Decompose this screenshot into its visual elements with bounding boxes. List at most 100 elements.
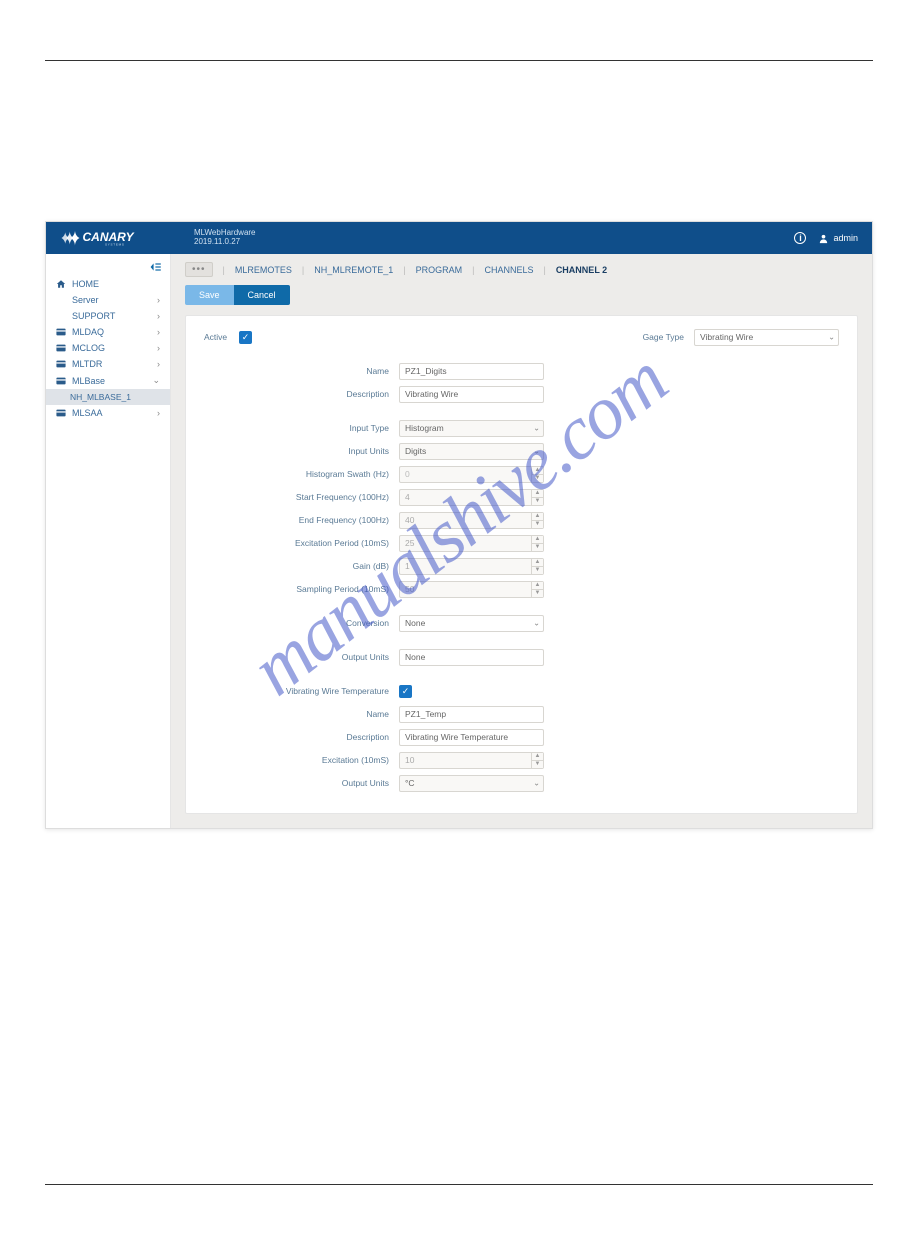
gage-type-select[interactable]: Vibrating Wire xyxy=(694,329,839,346)
temp-name-input[interactable] xyxy=(399,706,544,723)
sidebar-item-label: MLSAA xyxy=(72,408,103,418)
chevron-down-icon: ⌄ xyxy=(152,375,160,386)
main-content: ••• | MLREMOTES | NH_MLREMOTE_1 | PROGRA… xyxy=(171,254,872,828)
breadcrumb-sep: | xyxy=(403,265,405,275)
logo-area: CANARY SYSTEMS MLWebHardware 2019.11.0.2… xyxy=(60,228,256,248)
histogram-swath-label: Histogram Swath (Hz) xyxy=(204,469,399,479)
user-menu[interactable]: admin xyxy=(818,233,858,244)
gain-input[interactable] xyxy=(399,558,544,575)
card-icon xyxy=(56,328,66,336)
conversion-label: Conversion xyxy=(204,618,399,628)
sidebar-item-support[interactable]: SUPPORT › xyxy=(46,308,170,324)
sidebar-item-label: SUPPORT xyxy=(72,311,115,321)
start-frequency-input[interactable] xyxy=(399,489,544,506)
histogram-swath-input[interactable] xyxy=(399,466,544,483)
chevron-right-icon: › xyxy=(157,343,160,353)
end-frequency-label: End Frequency (100Hz) xyxy=(204,515,399,525)
sidebar-item-label: Server xyxy=(72,295,99,305)
info-icon[interactable]: i xyxy=(794,232,806,244)
save-button[interactable]: Save xyxy=(185,285,234,305)
input-units-label: Input Units xyxy=(204,446,399,456)
temp-excitation-label: Excitation (10mS) xyxy=(204,755,399,765)
active-label: Active xyxy=(204,332,239,342)
spinner-icon[interactable]: ▲▼ xyxy=(531,536,543,551)
sidebar-item-mldaq[interactable]: MLDAQ › xyxy=(46,324,170,340)
sampling-period-label: Sampling Period (10mS) xyxy=(204,584,399,594)
excitation-period-label: Excitation Period (10mS) xyxy=(204,538,399,548)
input-type-select[interactable]: Histogram xyxy=(399,420,544,437)
conversion-select[interactable]: None xyxy=(399,615,544,632)
app-header: CANARY SYSTEMS MLWebHardware 2019.11.0.2… xyxy=(46,222,872,254)
app-window: CANARY SYSTEMS MLWebHardware 2019.11.0.2… xyxy=(45,221,873,829)
breadcrumb-sep: | xyxy=(223,265,225,275)
sidebar-subitem-nh-mlbase-1[interactable]: NH_MLBASE_1 xyxy=(46,389,170,405)
action-buttons: Save Cancel xyxy=(171,285,872,315)
spinner-icon[interactable]: ▲▼ xyxy=(531,559,543,574)
temp-output-units-select[interactable]: °C xyxy=(399,775,544,792)
page-bottom-rule xyxy=(45,1184,873,1185)
sidebar-item-mltdr[interactable]: MLTDR › xyxy=(46,356,170,372)
cancel-button[interactable]: Cancel xyxy=(234,285,290,305)
breadcrumb-item[interactable]: MLREMOTES xyxy=(235,265,292,275)
gage-type-label: Gage Type xyxy=(643,332,694,342)
temp-output-units-label: Output Units xyxy=(204,778,399,788)
sidebar-item-label: MLDAQ xyxy=(72,327,104,337)
breadcrumb-item[interactable]: CHANNELS xyxy=(484,265,533,275)
card-icon xyxy=(56,409,66,417)
user-icon xyxy=(818,233,829,244)
breadcrumb-item[interactable]: NH_MLREMOTE_1 xyxy=(314,265,393,275)
description-label: Description xyxy=(204,389,399,399)
breadcrumb-sep: | xyxy=(302,265,304,275)
sidebar-item-server[interactable]: Server › xyxy=(46,292,170,308)
spinner-icon[interactable]: ▲▼ xyxy=(531,513,543,528)
sampling-period-input[interactable] xyxy=(399,581,544,598)
name-input[interactable] xyxy=(399,363,544,380)
vw-temperature-checkbox[interactable]: ✓ xyxy=(399,685,412,698)
sidebar-item-mclog[interactable]: MCLOG › xyxy=(46,340,170,356)
breadcrumb-item[interactable]: PROGRAM xyxy=(416,265,463,275)
input-units-select[interactable]: Digits xyxy=(399,443,544,460)
channel-form: Active ✓ Gage Type Vibrating Wire ⌄ Name xyxy=(185,315,858,814)
description-input[interactable] xyxy=(399,386,544,403)
sidebar-item-label: MLBase xyxy=(72,376,105,386)
temp-name-label: Name xyxy=(204,709,399,719)
vw-temperature-label: Vibrating Wire Temperature xyxy=(204,686,399,696)
temp-excitation-input[interactable] xyxy=(399,752,544,769)
temp-desc-input[interactable] xyxy=(399,729,544,746)
breadcrumb-sep: | xyxy=(543,265,545,275)
sidebar: HOME Server › SUPPORT › MLDAQ xyxy=(46,254,171,828)
start-frequency-label: Start Frequency (100Hz) xyxy=(204,492,399,502)
spinner-icon[interactable]: ▲▼ xyxy=(531,753,543,768)
collapse-icon xyxy=(150,262,162,272)
chevron-right-icon: › xyxy=(157,359,160,369)
home-icon xyxy=(56,279,66,289)
user-name: admin xyxy=(833,233,858,243)
sidebar-item-mlbase[interactable]: MLBase ⌄ xyxy=(46,372,170,389)
spinner-icon[interactable]: ▲▼ xyxy=(531,582,543,597)
end-frequency-input[interactable] xyxy=(399,512,544,529)
temp-desc-label: Description xyxy=(204,732,399,742)
sidebar-collapse-button[interactable] xyxy=(46,258,170,276)
sidebar-item-label: HOME xyxy=(72,279,99,289)
chevron-right-icon: › xyxy=(157,327,160,337)
sidebar-item-label: MLTDR xyxy=(72,359,102,369)
sidebar-item-mlsaa[interactable]: MLSAA › xyxy=(46,405,170,421)
app-title-version: MLWebHardware 2019.11.0.27 xyxy=(194,229,256,247)
excitation-period-input[interactable] xyxy=(399,535,544,552)
svg-text:SYSTEMS: SYSTEMS xyxy=(105,243,125,247)
breadcrumb-sep: | xyxy=(472,265,474,275)
spinner-icon[interactable]: ▲▼ xyxy=(531,490,543,505)
breadcrumb-more-button[interactable]: ••• xyxy=(185,262,213,277)
spinner-icon[interactable]: ▲▼ xyxy=(531,467,543,482)
chevron-right-icon: › xyxy=(157,295,160,305)
app-version: 2019.11.0.27 xyxy=(194,238,256,247)
breadcrumb: ••• | MLREMOTES | NH_MLREMOTE_1 | PROGRA… xyxy=(171,254,872,285)
active-checkbox[interactable]: ✓ xyxy=(239,331,252,344)
card-icon xyxy=(56,360,66,368)
card-icon xyxy=(56,377,66,385)
input-type-label: Input Type xyxy=(204,423,399,433)
sidebar-item-home[interactable]: HOME xyxy=(46,276,170,292)
page-top-rule xyxy=(45,60,873,61)
sidebar-item-label: MCLOG xyxy=(72,343,105,353)
chevron-right-icon: › xyxy=(157,311,160,321)
